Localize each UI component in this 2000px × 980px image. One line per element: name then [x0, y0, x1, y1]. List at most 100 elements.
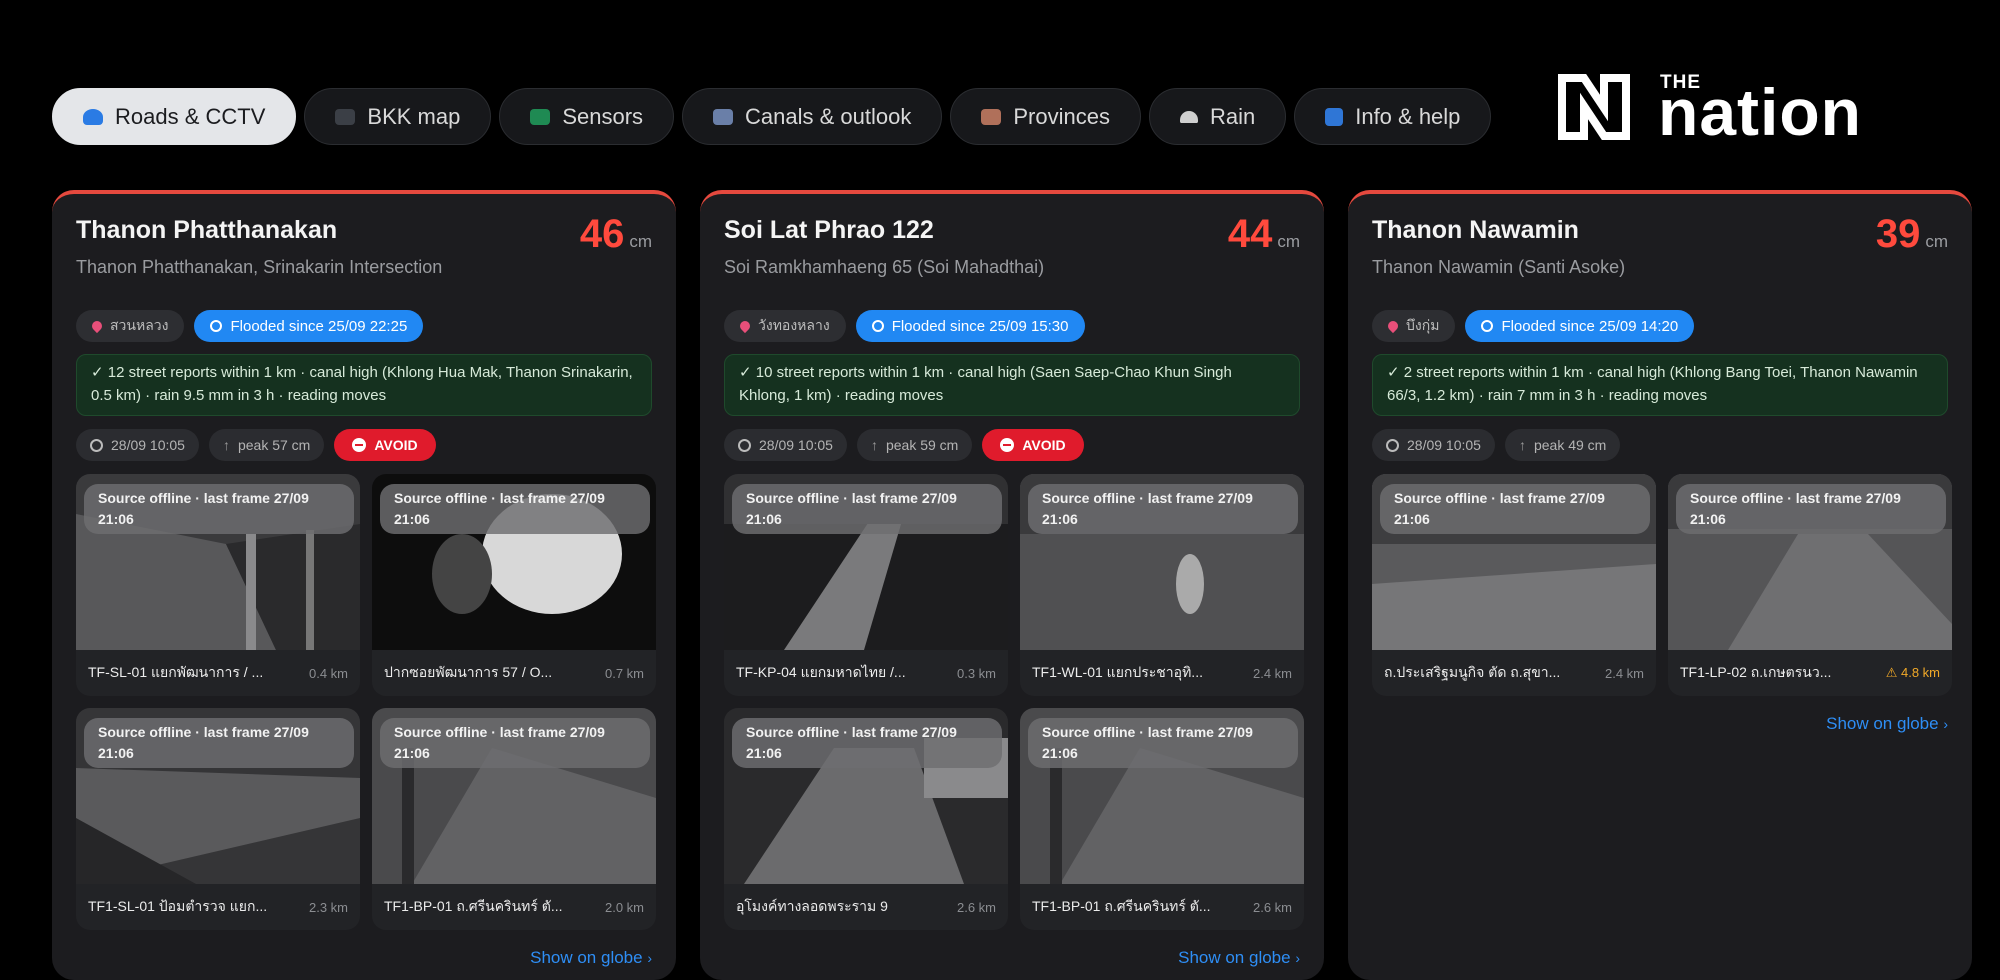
camera-distance: 2.4 km: [1604, 665, 1644, 681]
depth-value: 39: [1875, 212, 1921, 256]
card-subtitle: Soi Ramkhamhaeng 65 (Soi Mahadthai): [724, 257, 1045, 277]
district-label: วังทองหลาง: [758, 317, 830, 333]
arrow-up-icon: ↑: [222, 437, 230, 453]
camera-tile[interactable]: Source offline · last frame 27/09 21:06 …: [724, 708, 1008, 930]
camera-name: TF1-BP-01 ถ.ศรีนครินทร์ ตั...: [1032, 898, 1211, 914]
camera-distance: 0.3 km: [956, 665, 996, 681]
depth-value: 44: [1227, 212, 1273, 256]
reading-time-badge: 28/09 10:05: [1372, 429, 1495, 461]
map-icon: [335, 108, 356, 125]
reading-time: 28/09 10:05: [759, 437, 833, 453]
card-title: Thanon Phatthanakan: [76, 216, 338, 244]
reading-time-badge: 28/09 10:05: [724, 429, 847, 461]
depth-reading: 46 cm: [580, 212, 652, 257]
tab-roads-cctv[interactable]: Roads & CCTV: [52, 88, 297, 145]
show-on-globe-link[interactable]: Show on globe ›: [76, 948, 652, 968]
source-offline-badge: Source offline · last frame 27/09 21:06: [84, 484, 354, 534]
avoid-label: AVOID: [374, 437, 418, 453]
source-offline-badge: Source offline · last frame 27/09 21:06: [1676, 484, 1946, 534]
flooded-label: Flooded since 25/09 22:25: [230, 317, 408, 335]
clock-icon: [1386, 438, 1399, 452]
camera-name: อุโมงค์ทางลอดพระราม 9: [736, 898, 888, 914]
camera-name: TF1-BP-01 ถ.ศรีนครินทร์ ตั...: [384, 898, 563, 914]
card-subtitle: Thanon Nawamin (Santi Asoke): [1372, 257, 1626, 277]
peak-badge: ↑ peak 59 cm: [856, 429, 973, 461]
the-nation-logo: THE nation: [1558, 72, 1908, 148]
show-on-globe-link[interactable]: Show on globe ›: [1372, 714, 1948, 734]
flooded-label: Flooded since 25/09 15:30: [891, 317, 1069, 335]
avoid-label: AVOID: [1022, 437, 1066, 453]
sensor-icon: [530, 108, 551, 125]
camera-tile[interactable]: Source offline · last frame 27/09 21:06 …: [1372, 474, 1656, 696]
tab-label: Sensors: [562, 103, 644, 129]
tab-label: Rain: [1209, 103, 1256, 129]
clock-icon: [871, 320, 884, 332]
arrow-up-icon: ↑: [870, 437, 878, 453]
camera-distance: 2.4 km: [1252, 665, 1292, 681]
camera-tile[interactable]: Source offline · last frame 27/09 21:06 …: [76, 708, 360, 930]
no-entry-icon: [1000, 438, 1015, 452]
reading-time-badge: 28/09 10:05: [76, 429, 199, 461]
camera-distance: 2.6 km: [956, 899, 996, 915]
flood-card: Thanon Nawamin Thanon Nawamin (Santi Aso…: [1348, 190, 1972, 980]
camera-tile[interactable]: Source offline · last frame 27/09 21:06 …: [372, 708, 656, 930]
tab-label: Roads & CCTV: [115, 103, 266, 129]
avoid-badge: AVOID: [334, 429, 436, 461]
card-title: Soi Lat Phrao 122: [724, 216, 934, 244]
pin-icon: [89, 318, 105, 334]
provinces-icon: [981, 108, 1002, 125]
camera-distance: 0.7 km: [604, 665, 644, 681]
source-offline-badge: Source offline · last frame 27/09 21:06: [380, 718, 650, 768]
clock-icon: [90, 438, 103, 452]
camera-tile[interactable]: Source offline · last frame 27/09 21:06 …: [724, 474, 1008, 696]
report-summary: ✓ 2 street reports within 1 km · canal h…: [1372, 354, 1948, 416]
report-summary: ✓ 12 street reports within 1 km · canal …: [76, 354, 652, 416]
chevron-right-icon: ›: [647, 950, 652, 966]
district-badge: สวนหลวง: [76, 310, 185, 342]
pin-icon: [737, 318, 753, 334]
camera-distance: 2.0 km: [604, 899, 644, 915]
reading-time: 28/09 10:05: [1407, 437, 1481, 453]
tab-bkk-map[interactable]: BKK map: [304, 88, 492, 145]
show-on-globe-link[interactable]: Show on globe ›: [724, 948, 1300, 968]
camera-grid: Source offline · last frame 27/09 21:06 …: [1372, 474, 1952, 696]
peak-label: peak 59 cm: [885, 437, 959, 453]
logo-wordmark: nation: [1658, 75, 1862, 149]
chart-icon: [713, 108, 734, 125]
camera-name: TF1-WL-01 แยกประชาอุทิ...: [1032, 664, 1203, 680]
camera-distance: 0.4 km: [308, 665, 348, 681]
camera-tile[interactable]: Source offline · last frame 27/09 21:06 …: [372, 474, 656, 696]
source-offline-badge: Source offline · last frame 27/09 21:06: [1028, 718, 1298, 768]
tab-label: Info & help: [1355, 103, 1461, 129]
flooded-since-badge: Flooded since 25/09 22:25: [194, 310, 424, 342]
camera-tile[interactable]: Source offline · last frame 27/09 21:06 …: [1668, 474, 1952, 696]
tab-canals-outlook[interactable]: Canals & outlook: [682, 88, 943, 145]
no-entry-icon: [352, 438, 367, 452]
reading-time: 28/09 10:05: [111, 437, 185, 453]
flood-card: Soi Lat Phrao 122 Soi Ramkhamhaeng 65 (S…: [700, 190, 1324, 980]
tab-sensors[interactable]: Sensors: [499, 88, 675, 145]
source-offline-badge: Source offline · last frame 27/09 21:06: [84, 718, 354, 768]
chevron-right-icon: ›: [1295, 950, 1300, 966]
depth-unit: cm: [1925, 232, 1948, 251]
depth-unit: cm: [1277, 232, 1300, 251]
district-badge: วังทองหลาง: [724, 310, 846, 342]
depth-reading: 39 cm: [1876, 212, 1948, 257]
source-offline-badge: Source offline · last frame 27/09 21:06: [1028, 484, 1298, 534]
camera-distance: 2.6 km: [1252, 899, 1292, 915]
camera-tile[interactable]: Source offline · last frame 27/09 21:06 …: [1020, 708, 1304, 930]
tab-info-help[interactable]: Info & help: [1294, 88, 1492, 145]
source-offline-badge: Source offline · last frame 27/09 21:06: [380, 484, 650, 534]
tab-provinces[interactable]: Provinces: [950, 88, 1141, 145]
camera-name: TF-KP-04 แยกมหาดไทย /...: [736, 664, 906, 680]
report-summary: ✓ 10 street reports within 1 km · canal …: [724, 354, 1300, 416]
camera-tile[interactable]: Source offline · last frame 27/09 21:06 …: [76, 474, 360, 696]
avoid-badge: AVOID: [982, 429, 1084, 461]
district-badge: บึงกุ่ม: [1372, 310, 1456, 342]
pin-icon: [1385, 318, 1401, 334]
camera-tile[interactable]: Source offline · last frame 27/09 21:06 …: [1020, 474, 1304, 696]
depth-reading: 44 cm: [1228, 212, 1300, 257]
flood-card: Thanon Phatthanakan Thanon Phatthanakan,…: [52, 190, 676, 980]
district-label: บึงกุ่ม: [1406, 317, 1440, 333]
tab-rain[interactable]: Rain: [1148, 88, 1287, 145]
